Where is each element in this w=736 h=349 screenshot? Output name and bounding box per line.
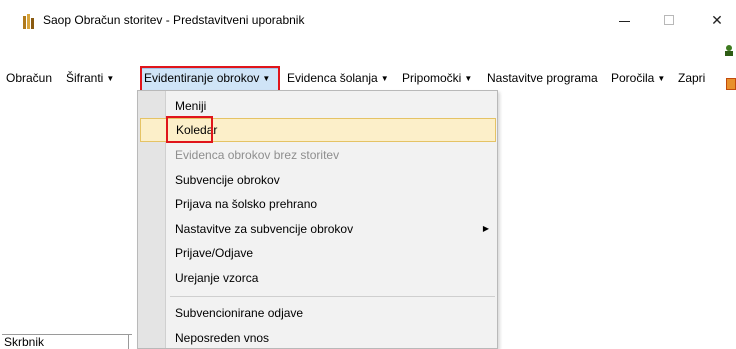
menu-item-urejanje-vzorca[interactable]: Urejanje vzorca: [167, 266, 497, 290]
window-title: Saop Obračun storitev - Predstavitveni u…: [43, 13, 305, 27]
close-button[interactable]: ✕: [702, 8, 732, 32]
user-role-label: Skrbnik: [2, 334, 132, 349]
menu-item-nastavitve-za-subvencije-obrokov[interactable]: Nastavitve za subvencije obrokov ▶: [167, 217, 497, 241]
menu-item-prijave-odjave[interactable]: Prijave/Odjave: [167, 241, 497, 265]
chevron-down-icon: ▼: [106, 74, 115, 83]
maximize-icon: [664, 15, 674, 25]
menu-evidenca-solanja-label: Evidenca šolanja: [287, 71, 378, 85]
menu-item-label: Subvencije obrokov: [175, 173, 280, 187]
menu-obracun[interactable]: Obračun: [6, 70, 52, 87]
chevron-down-icon: ▼: [464, 74, 473, 83]
menu-item-subvencije-obrokov[interactable]: Subvencije obrokov: [167, 168, 497, 192]
minimize-button[interactable]: [609, 8, 639, 32]
menu-item-prijava-na-solsko-prehrano[interactable]: Prijava na šolsko prehrano: [167, 192, 497, 216]
menu-nastavitve-programa[interactable]: Nastavitve programa: [487, 70, 598, 87]
menu-bar: Obračun Šifranti ▼ Evidentiranje obrokov ▼…: [0, 64, 736, 92]
bottom-divider: [128, 334, 136, 349]
menu-porocila-label: Poročila: [611, 71, 655, 85]
menu-pripomocki[interactable]: Pripomočki ▼: [402, 70, 472, 87]
menu-porocila[interactable]: Poročila ▼: [611, 70, 665, 87]
menu-highlight-frame: [140, 66, 280, 93]
menu-zapri-label: Zapri: [678, 71, 706, 85]
menu-item-label: Prijava na šolsko prehrano: [175, 197, 318, 211]
menu-item-label: Evidenca obrokov brez storitev: [175, 148, 340, 162]
menu-zapri[interactable]: Zapri: [678, 70, 705, 87]
submenu-arrow-icon: ▶: [482, 224, 489, 233]
menu-item-neposreden-vnos[interactable]: Neposreden vnos: [167, 326, 497, 349]
toolbar-user-icon[interactable]: [724, 44, 734, 56]
maximize-button[interactable]: [654, 8, 684, 32]
close-icon: ✕: [711, 11, 723, 28]
menu-item-label: Meniji: [175, 99, 207, 113]
menu-item-evidenca-obrokov-brez-storitev: Evidenca obrokov brez storitev: [167, 143, 497, 167]
menu-sifranti[interactable]: Šifranti ▼: [66, 70, 114, 87]
menu-item-subvencionirane-odjave[interactable]: Subvencionirane odjave: [167, 301, 497, 325]
menu-evidenca-solanja[interactable]: Evidenca šolanja ▼: [287, 70, 389, 87]
menu-item-label: Subvencionirane odjave: [175, 306, 304, 320]
menu-sifranti-label: Šifranti: [66, 71, 104, 85]
menu-nastavitve-programa-label: Nastavitve programa: [487, 71, 598, 85]
item-highlight-frame: [166, 116, 213, 143]
menu-pripomocki-label: Pripomočki: [402, 71, 462, 85]
menu-separator: [170, 296, 495, 297]
title-bar: Saop Obračun storitev - Predstavitveni u…: [0, 0, 736, 40]
menu-item-label: Neposreden vnos: [175, 331, 270, 345]
chevron-down-icon: ▼: [657, 74, 666, 83]
menu-item-label: Urejanje vzorca: [175, 271, 259, 285]
chevron-down-icon: ▼: [380, 74, 389, 83]
app-icon: [23, 14, 34, 29]
menu-obracun-label: Obračun: [6, 71, 53, 85]
menu-item-meniji[interactable]: Meniji: [167, 94, 497, 118]
minimize-icon: [618, 20, 630, 22]
menu-item-label: Prijave/Odjave: [175, 246, 254, 260]
menu-item-label: Nastavitve za subvencije obrokov: [175, 222, 354, 236]
